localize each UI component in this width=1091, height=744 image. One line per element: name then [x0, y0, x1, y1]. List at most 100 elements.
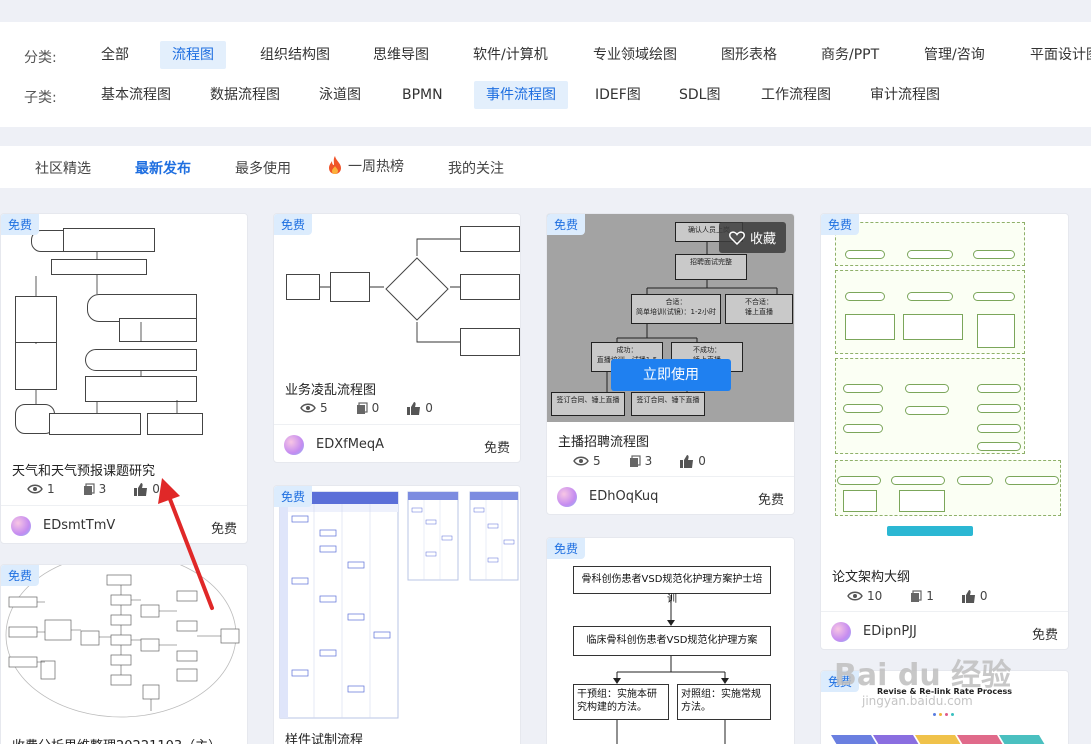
template-card[interactable]: 免费 样件试制流程 [273, 485, 521, 744]
free-badge: 免费 [821, 214, 860, 235]
copies-stat: 3 [629, 454, 652, 468]
category-org-chart[interactable]: 组织结构图 [248, 41, 342, 69]
flow-node: 招聘面试完整 [675, 254, 747, 280]
subcategory-data-flow[interactable]: 数据流程图 [198, 81, 292, 109]
category-software[interactable]: 软件/计算机 [461, 41, 560, 69]
card-thumbnail: 骨科创伤患者VSD规范化护理方案护士培训 临床骨科创伤患者VSD规范化护理方案 … [547, 538, 794, 744]
copy-icon [83, 482, 95, 495]
card-stats: 5 0 0 [300, 401, 461, 415]
avatar[interactable] [831, 622, 851, 642]
views-stat: 5 [300, 401, 328, 415]
free-badge: 免费 [274, 214, 313, 235]
author-row: EDipnPJJ 免费 [821, 611, 1068, 649]
subcategory-workflow[interactable]: 工作流程图 [749, 81, 843, 109]
sort-latest[interactable]: 最新发布 [135, 158, 191, 178]
card-title[interactable]: 论文架构大纲 [832, 566, 910, 585]
flow-node: 合适： 简单培训(试镜)：1-2小时 [631, 294, 721, 324]
free-badge: 免费 [1, 565, 40, 586]
thumbs-up-icon [961, 589, 975, 603]
category-graphics-table[interactable]: 图形表格 [709, 41, 789, 69]
sort-most-used[interactable]: 最多使用 [235, 158, 291, 178]
category-management[interactable]: 管理/咨询 [912, 41, 997, 69]
tree-heading [887, 526, 973, 536]
price-label: 免费 [483, 441, 510, 456]
card-title[interactable]: 天气和天气预报课题研究 [12, 460, 155, 479]
flow-node: 对照组：实施常规方法。 [677, 684, 771, 720]
watermark-logo: Bai du 经验 [834, 658, 1012, 693]
author-row: EDXfMeqA 免费 [274, 424, 520, 462]
flow-node: 干预组：实施本研究构建的方法。 [573, 684, 669, 720]
copies-stat: 3 [83, 482, 106, 496]
flow-node: 签订合同、锤上直播 [551, 392, 625, 416]
use-now-button[interactable]: 立即使用 [611, 359, 731, 391]
category-business-ppt[interactable]: 商务/PPT [809, 41, 891, 69]
free-badge: 免费 [274, 486, 313, 507]
sort-community[interactable]: 社区精选 [35, 158, 91, 178]
subcategory-basic[interactable]: 基本流程图 [89, 81, 183, 109]
card-thumbnail [1, 214, 247, 454]
views-stat: 5 [573, 454, 601, 468]
thumbs-up-icon [134, 482, 148, 496]
subcategory-audit[interactable]: 审计流程图 [858, 81, 952, 109]
likes-stat[interactable]: 0 [961, 589, 988, 603]
sort-weekly-hot-label: 一周热榜 [348, 159, 404, 175]
category-graphic-design[interactable]: 平面设计图 [1018, 41, 1091, 69]
subcategory-bpmn[interactable]: BPMN [390, 81, 455, 109]
author-name[interactable]: EDipnPJJ [863, 624, 917, 639]
card-thumbnail [274, 486, 520, 722]
flow-node: 不合适： 锤上直播 [725, 294, 793, 324]
card-thumbnail [274, 214, 520, 374]
likes-stat[interactable]: 0 [407, 401, 433, 415]
card-title[interactable]: 主播招聘流程图 [558, 431, 649, 450]
avatar[interactable] [11, 516, 31, 536]
watermark-url: jingyan.baidu.com [862, 694, 973, 708]
likes-stat[interactable]: 0 [680, 454, 706, 468]
thumbs-up-icon [680, 454, 694, 468]
card-stats: 5 3 0 [573, 454, 734, 468]
copies-stat: 0 [356, 401, 379, 415]
author-name[interactable]: EDhOqKuq [589, 489, 658, 504]
heart-icon [729, 230, 745, 245]
template-card[interactable]: 免费 业务凌乱流程图 5 0 0 EDXfMeqA 免费 [273, 213, 521, 463]
flow-node: 骨科创伤患者VSD规范化护理方案护士培训 [573, 566, 771, 605]
card-thumbnail [821, 214, 1068, 559]
eye-icon [300, 403, 316, 413]
card-title[interactable]: 样件试制流程 [285, 729, 363, 744]
category-mindmap[interactable]: 思维导图 [361, 41, 441, 69]
template-card[interactable]: 免费 论文架构大纲 10 1 0 EDipnPJJ 免费 [820, 213, 1069, 650]
author-row: EDhOqKuq 免费 [547, 476, 794, 514]
favorite-button[interactable]: 收藏 [718, 222, 786, 253]
category-flowchart[interactable]: 流程图 [160, 41, 226, 69]
sort-weekly-hot[interactable]: 一周热榜 [326, 155, 404, 176]
flow-lines [35, 252, 178, 413]
flame-icon [329, 156, 341, 174]
color-dots [933, 713, 954, 716]
avatar[interactable] [284, 435, 304, 455]
copy-icon [356, 401, 368, 414]
template-card[interactable]: 确认人员上岗 招聘面试完整 合适： 简单培训(试镜)：1-2小时 不合适： 锤上… [546, 213, 795, 515]
avatar[interactable] [557, 487, 577, 507]
eye-icon [27, 484, 43, 494]
annotation-arrow [158, 478, 214, 610]
category-all[interactable]: 全部 [89, 41, 141, 69]
views-stat: 10 [847, 589, 882, 603]
category-professional[interactable]: 专业领域绘图 [581, 41, 689, 69]
sort-following[interactable]: 我的关注 [448, 158, 504, 178]
free-badge: 免费 [547, 538, 586, 559]
subcategory-swimlane[interactable]: 泳道图 [307, 81, 373, 109]
card-title[interactable]: 业务凌乱流程图 [285, 379, 376, 398]
subcategory-idef[interactable]: IDEF图 [583, 81, 653, 109]
subcategory-sdl[interactable]: SDL图 [667, 81, 732, 109]
process-chevrons [831, 735, 1045, 744]
eye-icon [573, 456, 589, 466]
thumbs-up-icon [407, 401, 421, 415]
eye-icon [847, 591, 863, 601]
template-card[interactable]: 骨科创伤患者VSD规范化护理方案护士培训 临床骨科创伤患者VSD规范化护理方案 … [546, 537, 795, 744]
subcategory-event-flow[interactable]: 事件流程图 [474, 81, 568, 109]
copy-icon [911, 589, 922, 602]
sort-bar: 社区精选 最新发布 最多使用 一周热榜 我的关注 [0, 146, 1091, 188]
flow-node: 临床骨科创伤患者VSD规范化护理方案 [573, 626, 771, 656]
author-name[interactable]: EDsmtTmV [43, 518, 115, 533]
author-name[interactable]: EDXfMeqA [316, 437, 384, 452]
card-title[interactable]: 收费分析思维整理20221103（主） [12, 735, 221, 744]
